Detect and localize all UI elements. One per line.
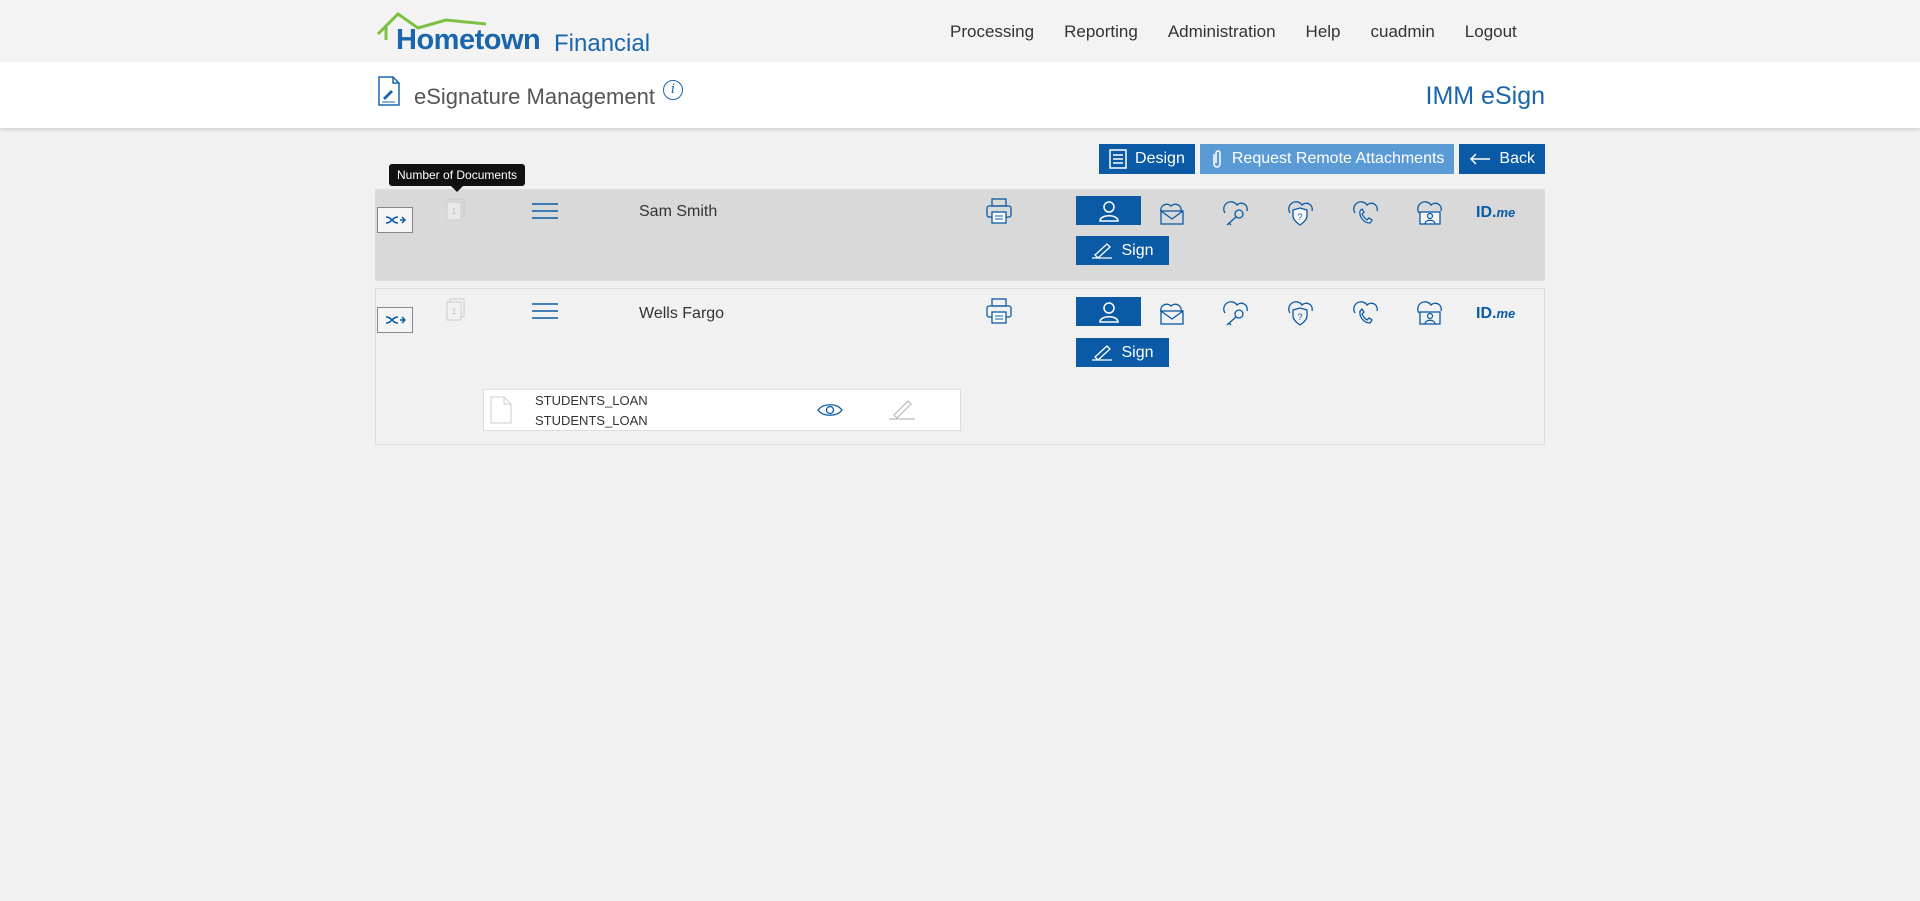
nav-user[interactable]: cuadmin <box>1371 22 1435 42</box>
print-icon[interactable] <box>985 297 1013 330</box>
routing-button[interactable] <box>377 307 413 333</box>
idme-auth-button[interactable]: ID.me <box>1476 204 1515 222</box>
sign-document-pen-icon[interactable] <box>888 399 916 426</box>
nav-logout[interactable]: Logout <box>1465 22 1517 42</box>
email-auth-icon[interactable] <box>1157 300 1185 331</box>
in-person-auth-button[interactable] <box>1076 196 1141 225</box>
back-button-label: Back <box>1499 150 1535 167</box>
page-title: eSignature Management <box>414 84 655 109</box>
brand-sub: Financial <box>554 30 651 57</box>
idme-auth-button[interactable]: ID.me <box>1476 305 1515 323</box>
nav-processing[interactable]: Processing <box>950 22 1034 42</box>
hamburger-menu-icon[interactable] <box>532 202 558 225</box>
main-nav: Processing Reporting Administration Help… <box>950 22 1547 42</box>
signer-name: Wells Fargo <box>639 305 725 322</box>
routing-button[interactable] <box>377 207 413 233</box>
key-auth-icon[interactable] <box>1221 199 1249 232</box>
design-list-icon <box>1109 149 1127 169</box>
key-auth-icon[interactable] <box>1221 299 1249 332</box>
signer-row-wells-fargo[interactable]: 1 Wells Fargo ? ID.me Sign STUDENTS_LOAN… <box>375 288 1545 445</box>
nav-administration[interactable]: Administration <box>1168 22 1276 42</box>
pen-sign-icon <box>1092 344 1113 361</box>
phone-auth-icon[interactable] <box>1351 199 1379 232</box>
nav-help[interactable]: Help <box>1306 22 1341 42</box>
idme-label: ID. <box>1476 204 1497 221</box>
sign-button-label: Sign <box>1121 241 1154 259</box>
document-type: STUDENTS_LOAN <box>535 413 648 428</box>
app-name: IMM eSign <box>1425 82 1545 110</box>
in-person-auth-button[interactable] <box>1076 297 1141 326</box>
idme-suffix: me <box>1496 306 1516 321</box>
svg-text:?: ? <box>1297 312 1302 322</box>
user-icon <box>1098 301 1119 323</box>
action-toolbar: Design Request Remote Attachments Back <box>1094 144 1545 174</box>
idme-suffix: me <box>1496 205 1516 220</box>
user-icon <box>1098 200 1119 222</box>
document-count-icon[interactable]: 1 <box>444 297 468 328</box>
phone-auth-icon[interactable] <box>1351 299 1379 332</box>
design-button[interactable]: Design <box>1099 144 1195 174</box>
svg-text:?: ? <box>1297 212 1302 222</box>
signer-row-sam-smith[interactable]: 1 Sam Smith ? ID.me Sign <box>375 189 1545 281</box>
back-button[interactable]: Back <box>1459 144 1545 174</box>
request-remote-attachments-button[interactable]: Request Remote Attachments <box>1199 144 1455 174</box>
design-button-label: Design <box>1135 150 1185 167</box>
hamburger-menu-icon[interactable] <box>532 302 558 325</box>
documents-stack-icon: 1 <box>446 298 465 321</box>
print-icon[interactable] <box>985 197 1013 230</box>
security-question-icon[interactable]: ? <box>1286 199 1314 232</box>
title-bar: eSignature Management i IMM eSign <box>0 62 1920 128</box>
email-auth-icon[interactable] <box>1157 200 1185 231</box>
sign-button[interactable]: Sign <box>1076 338 1169 367</box>
document-count-value: 1 <box>452 207 457 216</box>
security-question-icon[interactable]: ? <box>1286 299 1314 332</box>
top-header: Hometown Financial Processing Reporting … <box>0 0 1920 62</box>
routing-arrow-icon <box>385 316 406 324</box>
hometown-financial-logo[interactable]: Hometown Financial <box>376 10 650 58</box>
document-count-icon[interactable]: 1 <box>444 197 468 228</box>
brand-main: Hometown <box>396 24 541 56</box>
sign-button-label: Sign <box>1121 343 1154 361</box>
number-of-documents-tooltip: Number of Documents <box>389 164 526 192</box>
idme-label: ID. <box>1476 305 1497 322</box>
id-verification-icon[interactable] <box>1415 199 1443 232</box>
file-icon <box>490 396 512 424</box>
document-row[interactable]: STUDENTS_LOAN STUDENTS_LOAN <box>483 389 961 431</box>
signature-document-icon <box>378 76 400 106</box>
sign-button[interactable]: Sign <box>1076 236 1169 265</box>
info-icon[interactable]: i <box>663 80 683 100</box>
paperclip-icon <box>1213 150 1221 168</box>
signer-name: Sam Smith <box>639 203 718 220</box>
document-name: STUDENTS_LOAN <box>535 393 648 408</box>
routing-arrow-icon <box>385 216 406 224</box>
view-eye-icon[interactable] <box>817 402 843 423</box>
arrow-left-icon <box>1470 153 1491 165</box>
id-verification-icon[interactable] <box>1415 299 1443 332</box>
documents-stack-icon: 1 <box>446 198 465 221</box>
document-count-value: 1 <box>452 307 457 316</box>
pen-sign-icon <box>1092 242 1113 259</box>
nav-reporting[interactable]: Reporting <box>1064 22 1138 42</box>
request-remote-attachments-label: Request Remote Attachments <box>1231 150 1445 167</box>
